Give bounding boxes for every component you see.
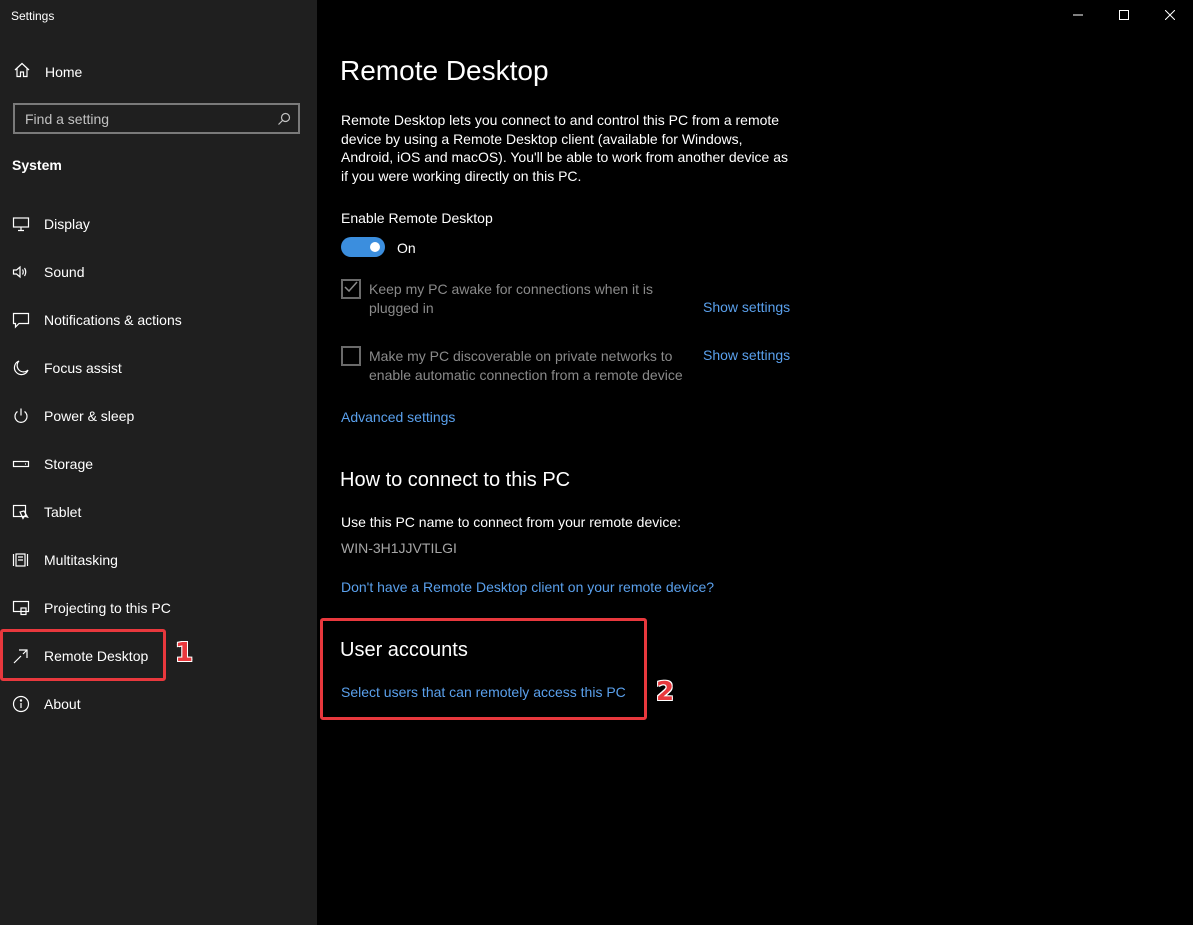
sidebar-item-label: Focus assist: [44, 360, 122, 376]
sidebar-item-multitasking[interactable]: Multitasking: [0, 536, 317, 584]
keep-awake-text: Keep my PC awake for connections when it…: [369, 281, 654, 316]
enable-remote-desktop-toggle[interactable]: [341, 237, 385, 257]
multitasking-icon: [12, 551, 30, 569]
section-header-system: System: [12, 157, 62, 173]
toggle-state-label: On: [397, 240, 416, 256]
sidebar-item-power-sleep[interactable]: Power & sleep: [0, 392, 317, 440]
home-icon: [13, 61, 31, 84]
sound-icon: [12, 263, 30, 281]
pc-name: WIN-3H1JJVTILGI: [341, 540, 457, 556]
keep-awake-checkbox[interactable]: [341, 279, 361, 299]
discoverable-text: Make my PC discoverable on private netwo…: [369, 348, 683, 383]
home-label: Home: [45, 64, 83, 80]
sidebar-item-about[interactable]: About: [0, 680, 317, 728]
search-box[interactable]: [13, 103, 300, 134]
client-help-link[interactable]: Don't have a Remote Desktop client on yo…: [341, 579, 714, 595]
enable-remote-desktop-label: Enable Remote Desktop: [341, 210, 493, 226]
advanced-settings-link[interactable]: Advanced settings: [341, 409, 455, 425]
sidebar-item-focus-assist[interactable]: Focus assist: [0, 344, 317, 392]
annotation-marker-2: 2: [656, 677, 675, 707]
display-icon: [12, 215, 30, 233]
sidebar-item-label: Multitasking: [44, 552, 118, 568]
toggle-knob: [370, 242, 380, 252]
sidebar-item-tablet[interactable]: Tablet: [0, 488, 317, 536]
keep-awake-show-settings-link[interactable]: Show settings: [703, 299, 790, 315]
sidebar-item-projecting[interactable]: Projecting to this PC: [0, 584, 317, 632]
sidebar-item-label: Notifications & actions: [44, 312, 182, 328]
discoverable-show-settings-link[interactable]: Show settings: [703, 347, 790, 363]
sidebar-item-label: Power & sleep: [44, 408, 135, 424]
checkmark-icon: [344, 280, 358, 298]
sidebar: Settings Home System Display So: [0, 0, 317, 925]
sidebar-item-sound[interactable]: Sound: [0, 248, 317, 296]
projecting-icon: [12, 599, 30, 617]
connect-text: Use this PC name to connect from your re…: [341, 514, 682, 530]
sidebar-item-label: Projecting to this PC: [44, 600, 171, 616]
annotation-marker-1: 1: [175, 638, 194, 668]
tablet-icon: [12, 503, 30, 521]
connect-heading: How to connect to this PC: [340, 469, 571, 491]
sidebar-item-label: Tablet: [44, 504, 82, 520]
app-title: Settings: [11, 9, 55, 23]
sidebar-item-storage[interactable]: Storage: [0, 440, 317, 488]
description-text: Remote Desktop lets you connect to and c…: [341, 112, 789, 184]
notifications-icon: [12, 311, 30, 329]
storage-icon: [12, 455, 30, 473]
home-button[interactable]: Home: [13, 60, 82, 84]
main-content: Remote Desktop Remote Desktop lets you c…: [340, 0, 1193, 925]
page-title: Remote Desktop: [340, 55, 549, 86]
moon-icon: [12, 359, 30, 377]
sidebar-item-label: Display: [44, 216, 90, 232]
info-icon: [12, 695, 30, 713]
sidebar-item-label: Storage: [44, 456, 94, 472]
sidebar-item-display[interactable]: Display: [0, 200, 317, 248]
annotation-box-2: [320, 618, 647, 720]
annotation-box-1: [0, 629, 166, 681]
sidebar-item-label: About: [44, 696, 81, 712]
sidebar-item-label: Sound: [44, 264, 85, 280]
discoverable-checkbox[interactable]: [341, 346, 361, 366]
search-icon[interactable]: [274, 109, 294, 129]
sidebar-item-notifications[interactable]: Notifications & actions: [0, 296, 317, 344]
search-input[interactable]: [15, 105, 274, 132]
power-icon: [12, 407, 30, 425]
